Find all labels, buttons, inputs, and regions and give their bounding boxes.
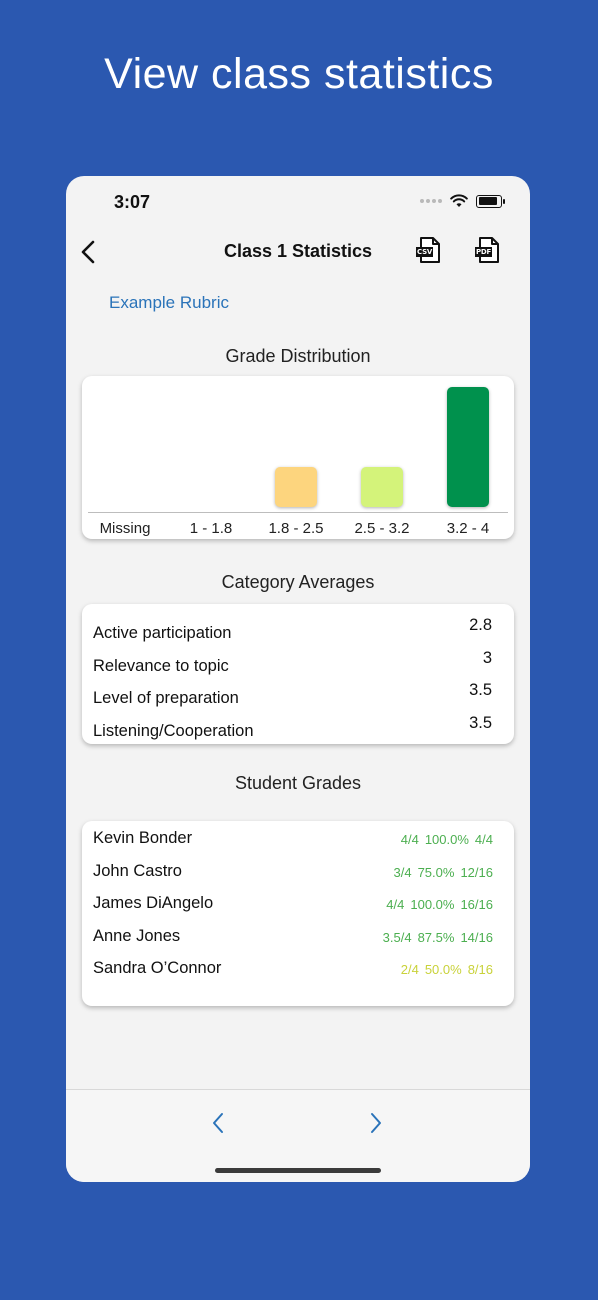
student-stats: 2/4 50.0% 8/16 [395, 962, 493, 977]
category-value: 3.5 [469, 681, 492, 699]
average-row: Listening/Cooperation 3.5 [93, 714, 492, 744]
grade-distribution-chart: Missing 1 - 1.8 1.8 - 2.5 2.5 - 3.2 3.2 - 4 [82, 376, 514, 539]
student-name: John Castro [93, 862, 182, 880]
status-icons [420, 194, 505, 208]
student-name: James DiAngelo [93, 894, 214, 912]
student-stats: 3.5/4 87.5% 14/16 [377, 930, 493, 945]
category-name: Relevance to topic [93, 657, 229, 675]
chart-category-label: 1.8 - 2.5 [268, 520, 324, 537]
student-percent: 50.0% [424, 962, 462, 977]
student-points: 12/16 [460, 865, 493, 880]
category-name: Active participation [93, 624, 232, 642]
next-button[interactable] [366, 1110, 386, 1136]
export-pdf-button[interactable]: PDF [475, 236, 501, 264]
student-stats: 3/4 75.0% 12/16 [388, 865, 494, 880]
chart-baseline [88, 512, 508, 513]
student-score: 2/4 [400, 962, 419, 977]
chart-bar [275, 467, 317, 507]
wifi-icon [450, 194, 468, 207]
chart-category-label: Missing [99, 520, 151, 537]
student-percent: 100.0% [424, 832, 469, 847]
student-row[interactable]: John Castro 3/4 75.0% 12/16 [93, 862, 493, 892]
signal-icon [420, 199, 442, 203]
student-name: Sandra O’Connor [93, 959, 222, 977]
bottom-toolbar [66, 1089, 530, 1182]
category-value: 3.5 [469, 714, 492, 732]
navbar: Class 1 Statistics CSV PDF [66, 232, 530, 272]
student-score: 3.5/4 [382, 930, 412, 945]
page-title: Class 1 Statistics [223, 241, 373, 261]
chart-category-label: 3.2 - 4 [446, 520, 490, 537]
student-row[interactable]: Anne Jones 3.5/4 87.5% 14/16 [93, 927, 493, 957]
chart-bar [447, 387, 489, 507]
home-indicator[interactable] [215, 1168, 381, 1173]
student-percent: 100.0% [410, 897, 455, 912]
student-grades-title: Student Grades [234, 773, 362, 793]
student-score: 4/4 [400, 832, 419, 847]
student-points: 14/16 [460, 930, 493, 945]
student-percent: 87.5% [417, 930, 455, 945]
category-value: 2.8 [469, 616, 492, 634]
chart-bar [361, 467, 403, 507]
chart-category-label: 1 - 1.8 [189, 520, 233, 537]
student-grades-card: Kevin Bonder 4/4 100.0% 4/4 John Castro 3/… [82, 821, 514, 1006]
student-row[interactable]: Sandra O’Connor 2/4 50.0% 8/16 [93, 959, 493, 989]
student-score: 3/4 [393, 865, 412, 880]
previous-button[interactable] [208, 1110, 228, 1136]
student-percent: 75.0% [417, 865, 455, 880]
category-value: 3 [482, 649, 492, 667]
student-points: 4/4 [474, 832, 493, 847]
student-name: Kevin Bonder [93, 829, 193, 847]
rubric-link[interactable]: Example Rubric [109, 293, 229, 313]
student-points: 16/16 [460, 897, 493, 912]
average-row: Relevance to topic 3 [93, 649, 492, 679]
export-csv-button[interactable]: CSV [416, 236, 442, 264]
student-stats: 4/4 100.0% 16/16 [380, 897, 493, 912]
student-row[interactable]: James DiAngelo 4/4 100.0% 16/16 [93, 894, 493, 924]
status-time: 3:07 [114, 192, 151, 212]
battery-icon [476, 194, 505, 208]
student-points: 8/16 [467, 962, 493, 977]
headline: View class statistics [104, 50, 494, 98]
category-name: Level of preparation [93, 689, 239, 707]
average-row: Active participation 2.8 [93, 616, 492, 646]
grade-distribution-title: Grade Distribution [225, 346, 371, 366]
pdf-label: PDF [475, 247, 493, 257]
student-score: 4/4 [386, 897, 405, 912]
student-stats: 4/4 100.0% 4/4 [395, 832, 493, 847]
student-name: Anne Jones [93, 927, 181, 945]
chart-category-label: 2.5 - 3.2 [354, 520, 410, 537]
csv-label: CSV [416, 247, 434, 257]
phone-screen: 3:07 Class 1 Statistics CSV PDF Example … [66, 176, 530, 1182]
student-row[interactable]: Kevin Bonder 4/4 100.0% 4/4 [93, 829, 493, 859]
category-name: Listening/Cooperation [93, 722, 254, 740]
category-averages-card: Active participation 2.8 Relevance to to… [82, 604, 514, 744]
category-averages-title: Category Averages [221, 572, 375, 592]
average-row: Level of preparation 3.5 [93, 681, 492, 711]
